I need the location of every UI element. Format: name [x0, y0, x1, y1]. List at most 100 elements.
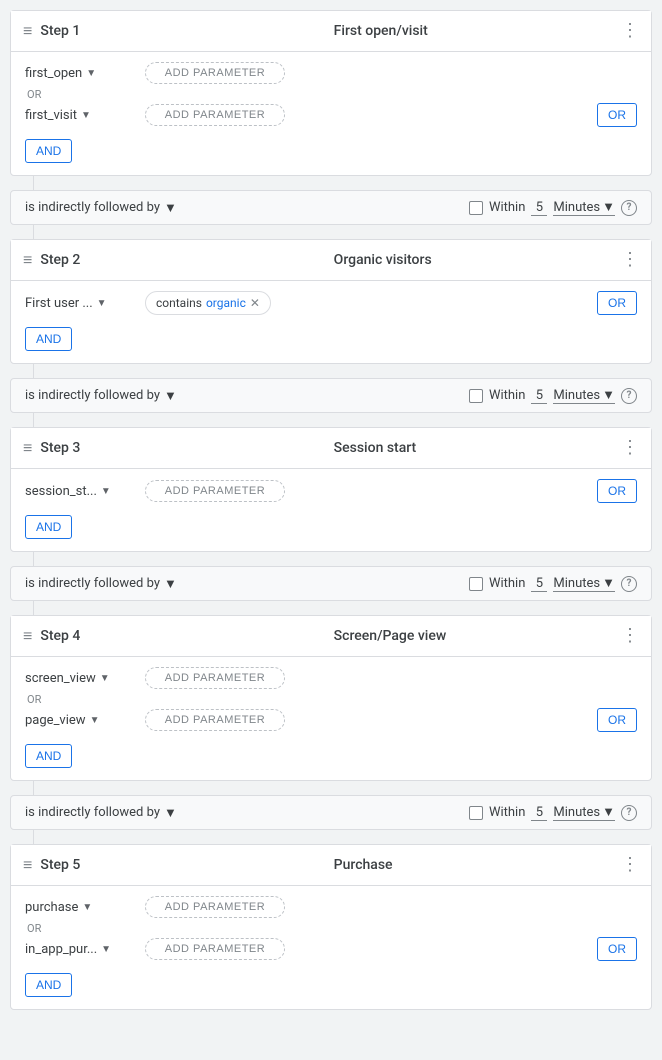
step-5-more-icon[interactable]: ⋮ — [621, 856, 639, 874]
connector-1-within-area: Within 5 Minutes ▼ ? — [469, 199, 637, 216]
connector-2-checkbox[interactable] — [469, 389, 483, 403]
connector-1-checkbox[interactable] — [469, 201, 483, 215]
connector-2-unit-label: Minutes — [553, 388, 600, 403]
connector-4-checkbox[interactable] — [469, 806, 483, 820]
connector-3-dropdown[interactable]: is indirectly followed by ▼ — [25, 576, 177, 592]
step-1-body: first_open ▼ ADD PARAMETER OR first_visi… — [11, 52, 651, 175]
connector-line-4b — [33, 830, 34, 844]
step-2-contains-label: contains — [156, 296, 202, 310]
connector-4-unit-arrow: ▼ — [602, 804, 615, 820]
connector-3-checkbox[interactable] — [469, 577, 483, 591]
drag-icon-2: ≡ — [23, 250, 32, 270]
step-1-add-param-0[interactable]: ADD PARAMETER — [145, 62, 285, 84]
step-4-title: Step 4 — [40, 628, 327, 644]
step-4-or-button[interactable]: OR — [597, 708, 637, 732]
step-2-event-name-0: First user ... ▼ — [25, 296, 145, 311]
connector-1-help-icon[interactable]: ? — [621, 200, 637, 216]
connector-1-unit-arrow: ▼ — [602, 199, 615, 215]
connector-2-help-icon[interactable]: ? — [621, 388, 637, 404]
connector-4-within-area: Within 5 Minutes ▼ ? — [469, 804, 637, 821]
connector-4-within-unit[interactable]: Minutes ▼ — [553, 804, 615, 821]
step-5-event-name-1: in_app_pur... ▼ — [25, 942, 145, 957]
step-4-header: ≡ Step 4 Screen/Page view ⋮ — [11, 616, 651, 657]
drag-icon-5: ≡ — [23, 855, 32, 875]
connector-4-help-icon[interactable]: ? — [621, 805, 637, 821]
step-3-or-button[interactable]: OR — [597, 479, 637, 503]
step-2-more-icon[interactable]: ⋮ — [621, 251, 639, 269]
drag-icon: ≡ — [23, 21, 32, 41]
step-2-event-dropdown-0[interactable]: ▼ — [97, 298, 107, 309]
connector-3-help-icon[interactable]: ? — [621, 576, 637, 592]
connector-3-within-unit[interactable]: Minutes ▼ — [553, 575, 615, 592]
step-1-more-icon[interactable]: ⋮ — [621, 22, 639, 40]
step-4-event-name-0: screen_view ▼ — [25, 671, 145, 686]
step-3-and-button[interactable]: AND — [25, 515, 72, 539]
connector-4-dropdown[interactable]: is indirectly followed by ▼ — [25, 805, 177, 821]
step-3-event-dropdown-0[interactable]: ▼ — [101, 486, 111, 497]
step-5-event-dropdown-1[interactable]: ▼ — [101, 944, 111, 955]
step-4-body: screen_view ▼ ADD PARAMETER OR page_view… — [11, 657, 651, 780]
step-5-header: ≡ Step 5 Purchase ⋮ — [11, 845, 651, 886]
connector-block-3: is indirectly followed by ▼ Within 5 Min… — [10, 566, 652, 601]
step-1-add-param-1[interactable]: ADD PARAMETER — [145, 104, 285, 126]
connector-1-dropdown[interactable]: is indirectly followed by ▼ — [25, 200, 177, 216]
step-4-more-icon[interactable]: ⋮ — [621, 627, 639, 645]
step-5-event-row-0: purchase ▼ ADD PARAMETER — [25, 896, 637, 918]
step-3-more-icon[interactable]: ⋮ — [621, 439, 639, 457]
step-3-event-text-0: session_st... — [25, 484, 97, 499]
step-1-or-button[interactable]: OR — [597, 103, 637, 127]
step-4-add-param-1[interactable]: ADD PARAMETER — [145, 709, 285, 731]
step-5-and-button[interactable]: AND — [25, 973, 72, 997]
connector-1-within-text: Within — [489, 200, 525, 215]
drag-icon-4: ≡ — [23, 626, 32, 646]
step-5-add-param-1[interactable]: ADD PARAMETER — [145, 938, 285, 960]
step-2-and-button[interactable]: AND — [25, 327, 72, 351]
step-block-2: ≡ Step 2 Organic visitors ⋮ First user .… — [10, 239, 652, 364]
step-block-3: ≡ Step 3 Session start ⋮ session_st... ▼… — [10, 427, 652, 552]
step-4-event-name-1: page_view ▼ — [25, 713, 145, 728]
connector-line-3b — [33, 601, 34, 615]
connector-4-arrow: ▼ — [164, 805, 177, 821]
step-5-or-button[interactable]: OR — [597, 937, 637, 961]
step-4-event-text-1: page_view — [25, 713, 86, 728]
connector-1-within-unit[interactable]: Minutes ▼ — [553, 199, 615, 216]
step-1-header: ≡ Step 1 First open/visit ⋮ — [11, 11, 651, 52]
step-2-remove-tag[interactable]: ✕ — [250, 296, 260, 310]
step-4-event-dropdown-1[interactable]: ▼ — [90, 715, 100, 726]
step-1-or-label: OR — [25, 88, 637, 101]
step-5-add-param-0[interactable]: ADD PARAMETER — [145, 896, 285, 918]
connector-2-within-number: 5 — [531, 388, 547, 404]
connector-4-within-number: 5 — [531, 805, 547, 821]
step-3-header: ≡ Step 3 Session start ⋮ — [11, 428, 651, 469]
connector-2-within-unit[interactable]: Minutes ▼ — [553, 387, 615, 404]
step-5-event-dropdown-0[interactable]: ▼ — [82, 902, 92, 913]
connector-2-within-text: Within — [489, 388, 525, 403]
step-4-add-param-0[interactable]: ADD PARAMETER — [145, 667, 285, 689]
step-2-or-button[interactable]: OR — [597, 291, 637, 315]
connector-2-dropdown[interactable]: is indirectly followed by ▼ — [25, 388, 177, 404]
connector-line-2b — [33, 413, 34, 427]
connector-3-unit-label: Minutes — [553, 576, 600, 591]
step-3-add-param-0[interactable]: ADD PARAMETER — [145, 480, 285, 502]
connector-line-2 — [33, 364, 34, 378]
step-5-title: Step 5 — [40, 857, 327, 873]
step-1-and-button[interactable]: AND — [25, 139, 72, 163]
step-1-event-dropdown-1[interactable]: ▼ — [81, 110, 91, 121]
step-5-or-label: OR — [25, 922, 637, 935]
step-2-contains-tag: contains organic ✕ — [145, 291, 271, 315]
connector-2-label: is indirectly followed by — [25, 388, 160, 403]
connector-1-unit-label: Minutes — [553, 200, 600, 215]
step-block-5: ≡ Step 5 Purchase ⋮ purchase ▼ ADD PARAM… — [10, 844, 652, 1010]
step-4-and-button[interactable]: AND — [25, 744, 72, 768]
step-3-event-name-0: session_st... ▼ — [25, 484, 145, 499]
step-4-event-dropdown-0[interactable]: ▼ — [100, 673, 110, 684]
connector-4-unit-label: Minutes — [553, 805, 600, 820]
step-block-4: ≡ Step 4 Screen/Page view ⋮ screen_view … — [10, 615, 652, 781]
connector-3-label: is indirectly followed by — [25, 576, 160, 591]
step-1-event-dropdown-0[interactable]: ▼ — [86, 68, 96, 79]
connector-2-arrow: ▼ — [164, 388, 177, 404]
step-3-event-row-0: session_st... ▼ ADD PARAMETER OR — [25, 479, 637, 503]
connector-3-within-number: 5 — [531, 576, 547, 592]
step-2-body: First user ... ▼ contains organic ✕ OR A… — [11, 281, 651, 363]
step-5-body: purchase ▼ ADD PARAMETER OR in_app_pur..… — [11, 886, 651, 1009]
